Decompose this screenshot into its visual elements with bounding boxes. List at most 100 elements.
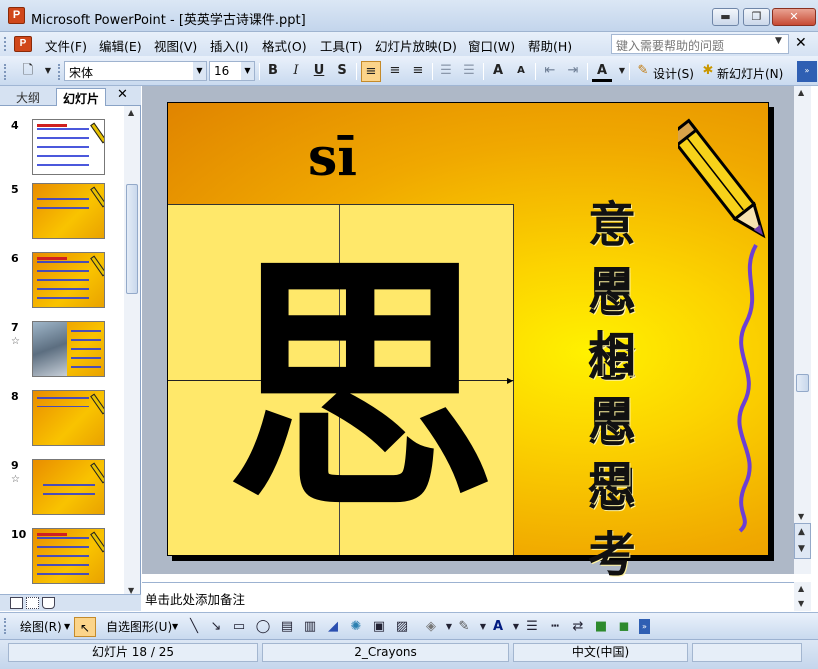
previous-slide-icon[interactable]: ▲ [798,527,805,537]
draw-menu-button[interactable]: 绘图(R) [20,617,62,637]
menu-tools[interactable]: 工具(T) [320,36,362,55]
scroll-thumb[interactable] [126,184,138,294]
menu-help[interactable]: 帮助(H) [528,36,572,55]
tab-slides[interactable]: 幻灯片 [56,88,107,106]
bold-button[interactable]: B [263,61,283,82]
italic-button[interactable]: I [286,61,306,82]
scroll-up-icon[interactable]: ▲ [128,108,134,117]
pencil-icon[interactable] [678,109,768,259]
oval-tool-icon[interactable]: ◯ [255,619,271,634]
pinyin-text[interactable]: sī [308,127,357,188]
slide-scrollbar[interactable]: ▲ ▼ [794,86,811,574]
fill-color-icon[interactable]: ◈ [423,619,439,634]
font-name-dropdown-icon[interactable]: ▼ [193,62,206,80]
slide-thumbnail[interactable] [32,321,105,377]
wordart-icon[interactable]: ◢ [325,619,341,634]
new-document-icon[interactable]: 🗋 [18,61,38,82]
arrow-style-icon[interactable]: ⇄ [570,619,586,634]
menu-insert[interactable]: 插入(I) [210,36,248,55]
numbering-icon[interactable]: ☰ [436,61,456,82]
scroll-thumb[interactable] [796,374,809,392]
tab-outline[interactable]: 大纲 [10,88,46,106]
line-tool-icon[interactable]: ╲ [186,619,202,634]
font-size-dropdown-icon[interactable]: ▼ [241,62,254,80]
normal-view-icon[interactable] [10,597,23,609]
scroll-down-icon[interactable]: ▼ [798,599,804,608]
design-icon[interactable]: ✎ [633,61,653,82]
slide-thumbnail[interactable] [32,119,105,175]
new-slide-icon[interactable]: ✱ [698,61,718,82]
slide-thumbnail[interactable] [32,459,105,515]
notes-pane[interactable]: 单击此处添加备注 [142,582,794,611]
help-search-input[interactable]: 键入需要帮助的问题 [611,34,789,54]
increase-font-size-button[interactable]: A [488,61,508,82]
design-button[interactable]: 设计(S) [653,65,694,82]
close-pane-icon[interactable]: ✕ [117,87,128,102]
shadow-style-icon[interactable]: ■ [593,619,609,634]
toolbar-options-icon[interactable]: ▼ [38,61,58,82]
drawing-toolbar-overflow-icon[interactable]: » [639,619,650,634]
character-practice-box[interactable]: ▶ 思 [168,204,514,555]
current-slide[interactable]: sī ▶ 思 意思 思念 相思 思想 思考 [167,102,769,583]
underline-button[interactable]: U [309,61,329,82]
slide-thumbnail[interactable] [32,390,105,446]
line-color-icon[interactable]: ✎ [456,619,472,634]
draw-dropdown-icon[interactable]: ▼ [64,617,70,637]
line-style-icon[interactable]: ☰ [524,619,540,634]
menu-format[interactable]: 格式(O) [262,36,307,55]
help-dropdown-icon[interactable]: ▼ [775,36,782,46]
toolbar-grip-handle[interactable] [58,64,61,80]
decrease-font-size-button[interactable]: A [511,61,531,82]
notes-placeholder[interactable]: 单击此处添加备注 [145,589,245,608]
menu-window[interactable]: 窗口(W) [468,36,515,55]
autoshapes-menu-button[interactable]: 自选图形(U) [106,617,172,637]
bullets-icon[interactable]: ☰ [459,61,479,82]
menu-file[interactable]: 文件(F) [45,36,87,55]
toolbar-grip-handle[interactable] [4,618,7,634]
align-left-button[interactable]: ≡ [361,61,381,82]
textbox-tool-icon[interactable]: ▤ [279,619,295,634]
powerpoint-app-icon[interactable]: P [8,7,25,24]
notes-scrollbar[interactable]: ▲ ▼ [794,582,811,611]
menu-grip-handle[interactable] [4,37,7,51]
align-right-button[interactable]: ≡ [408,61,428,82]
slides-pane-scrollbar[interactable]: ▲ ▼ [124,106,140,601]
3d-style-icon[interactable]: ◼ [616,619,632,634]
arrow-tool-icon[interactable]: ↘ [208,619,224,634]
toolbar-grip-handle[interactable] [4,64,7,80]
slide-thumbnail[interactable] [32,183,105,239]
rectangle-tool-icon[interactable]: ▭ [231,619,247,634]
maximize-button[interactable]: ❐ [743,8,770,26]
scroll-down-icon[interactable]: ▼ [798,512,804,521]
decrease-indent-icon[interactable]: ⇤ [540,61,560,82]
toolbar-overflow-icon[interactable]: » [797,61,817,82]
font-name-select[interactable]: 宋体 ▼ [64,61,207,81]
minimize-button[interactable]: ▬ [712,8,739,26]
fill-color-dropdown-icon[interactable]: ▼ [441,619,457,634]
draw-font-color-icon[interactable]: A [490,619,506,634]
select-objects-icon[interactable]: ↖ [74,617,96,637]
close-window-button[interactable]: ✕ [772,8,816,26]
font-size-select[interactable]: 16 ▼ [209,61,255,81]
document-icon[interactable]: P [14,36,32,52]
big-character[interactable]: 思 [226,239,496,539]
menu-view[interactable]: 视图(V) [154,36,197,55]
slideshow-view-icon[interactable] [42,597,55,609]
vertical-textbox-icon[interactable]: ▥ [302,619,318,634]
clipart-icon[interactable]: ▣ [371,619,387,634]
line-color-dropdown-icon[interactable]: ▼ [475,619,491,634]
slide-thumbnail[interactable] [32,252,105,308]
shadow-button[interactable]: S [332,61,352,82]
increase-indent-icon[interactable]: ⇥ [563,61,583,82]
draw-font-color-dropdown-icon[interactable]: ▼ [508,619,524,634]
scroll-up-icon[interactable]: ▲ [798,88,804,97]
slide-sorter-view-icon[interactable] [26,597,39,609]
menu-slideshow[interactable]: 幻灯片放映(D) [375,36,457,55]
font-color-button[interactable]: A [592,61,612,82]
diagram-icon[interactable]: ✺ [348,619,364,634]
align-center-button[interactable]: ≡ [385,61,405,82]
autoshapes-dropdown-icon[interactable]: ▼ [172,617,178,637]
next-slide-icon[interactable]: ▼ [798,544,805,554]
close-document-button[interactable]: ✕ [795,35,807,51]
slide-thumbnail[interactable] [32,528,105,584]
